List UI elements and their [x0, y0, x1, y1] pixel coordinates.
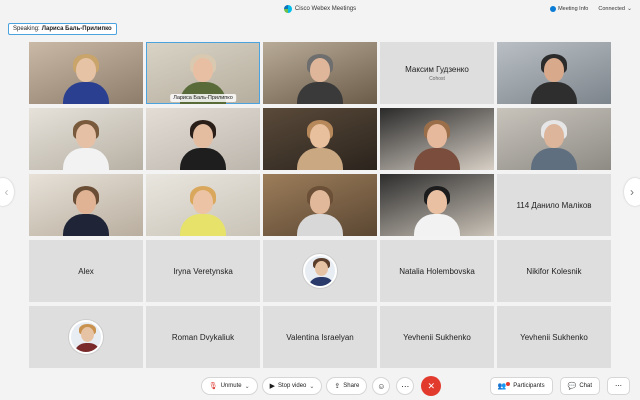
- participant-video: [529, 118, 579, 170]
- participant-video: [61, 52, 111, 104]
- top-right-controls: Meeting Info Connected ⌄: [546, 0, 632, 17]
- participant-tile[interactable]: Valentina Israelyan: [263, 306, 377, 368]
- end-meeting-button[interactable]: ✕: [421, 376, 442, 396]
- previous-page-button[interactable]: ‹: [0, 178, 14, 206]
- info-icon: [550, 5, 557, 12]
- close-icon: ✕: [427, 380, 436, 391]
- participant-name: Iryna Veretynska: [173, 266, 233, 276]
- participant-tile[interactable]: [29, 108, 143, 170]
- participant-tile[interactable]: [380, 108, 494, 170]
- participant-tile[interactable]: Roman Dvykaliuk: [146, 306, 260, 368]
- participants-button[interactable]: 👥 Participants: [489, 377, 553, 395]
- participant-tile[interactable]: 114 Данило Маліков: [497, 174, 611, 236]
- participant-tile[interactable]: [29, 174, 143, 236]
- mic-muted-icon: 🎙: [208, 383, 218, 390]
- chat-button[interactable]: 💬 Chat: [559, 377, 600, 395]
- participant-video: [178, 118, 228, 170]
- participant-grid: Лариса Баль-Прилипко Максим Гудзенко Coh…: [29, 42, 611, 368]
- chevron-down-icon[interactable]: ⌄: [245, 383, 250, 390]
- participant-name: Yevhenii Sukhenko: [520, 332, 588, 342]
- more-options-button[interactable]: ⋯: [396, 377, 415, 395]
- window-title: Cisco Webex Meetings: [283, 4, 357, 13]
- chat-label: Chat: [579, 383, 592, 389]
- participant-name: Nikifor Kolesnik: [526, 266, 582, 276]
- participant-video: [295, 184, 345, 236]
- chevron-left-icon: ‹: [4, 185, 9, 199]
- share-label: Share: [343, 383, 360, 389]
- participant-tile[interactable]: Yevhenii Sukhenko: [380, 306, 494, 368]
- participant-video: [412, 118, 462, 170]
- participant-name: Максим Гудзенко: [405, 64, 469, 74]
- participant-video: [61, 184, 111, 236]
- participant-tile[interactable]: Максим Гудзенко Cohost: [380, 42, 494, 104]
- cisco-webex-logo-icon: [283, 4, 292, 13]
- panel-controls: 👥 Participants 💬 Chat ⋯: [488, 377, 632, 395]
- stop-video-label: Stop video: [278, 383, 307, 389]
- active-speaker-badge: Speaking: Лариса Баль-Прилипко: [8, 23, 117, 35]
- people-icon: 👥: [497, 383, 507, 390]
- unmute-label: Unmute: [220, 383, 242, 389]
- participant-video: [412, 184, 462, 236]
- participant-tile[interactable]: [146, 174, 260, 236]
- participant-name: Alex: [78, 266, 94, 276]
- participant-tile[interactable]: [263, 108, 377, 170]
- meeting-controls-bar: 🎙 Unmute ⌄ ▶ Stop video ⌄ ⇪ Share ☺ ⋯ ✕ …: [0, 372, 640, 400]
- participant-video: [529, 52, 579, 104]
- participant-video: [295, 118, 345, 170]
- more-panels-button[interactable]: ⋯: [607, 377, 630, 395]
- participant-tile[interactable]: [263, 42, 377, 104]
- participant-tile[interactable]: [263, 174, 377, 236]
- webex-meeting-window: Cisco Webex Meetings Meeting Info Connec…: [0, 0, 640, 400]
- meeting-info-button[interactable]: Meeting Info: [546, 4, 592, 14]
- unmute-button[interactable]: 🎙 Unmute ⌄: [200, 377, 258, 395]
- emoji-icon: ☺: [377, 381, 386, 391]
- participant-tile[interactable]: [380, 174, 494, 236]
- stop-video-button[interactable]: ▶ Stop video ⌄: [261, 377, 323, 395]
- participant-name-tag: Лариса Баль-Прилипко: [170, 94, 236, 102]
- participant-name: Natalia Holembovska: [399, 266, 475, 276]
- participant-video: [295, 52, 345, 104]
- participant-video: [61, 118, 111, 170]
- participant-tile[interactable]: Alex: [29, 240, 143, 302]
- more-icon: ⋯: [401, 381, 410, 391]
- participant-avatar: [303, 254, 337, 288]
- share-button[interactable]: ⇪ Share: [326, 377, 368, 395]
- participant-video: [178, 184, 228, 236]
- top-bar: Cisco Webex Meetings Meeting Info Connec…: [0, 0, 640, 17]
- participant-tile[interactable]: [29, 306, 143, 368]
- connection-status-label: Connected: [598, 5, 625, 12]
- reactions-button[interactable]: ☺: [372, 377, 391, 395]
- connection-status[interactable]: Connected ⌄: [598, 5, 632, 13]
- more-icon: ⋯: [615, 383, 622, 390]
- speaking-name: Лариса Баль-Прилипко: [41, 26, 112, 32]
- share-icon: ⇪: [334, 383, 341, 390]
- participant-tile[interactable]: Nikifor Kolesnik: [497, 240, 611, 302]
- chat-icon: 💬: [567, 383, 577, 390]
- participant-name: Valentina Israelyan: [286, 332, 354, 342]
- next-page-button[interactable]: ›: [624, 178, 640, 206]
- participant-tile[interactable]: Iryna Veretynska: [146, 240, 260, 302]
- chevron-down-icon: ⌄: [626, 6, 632, 12]
- participant-name: 114 Данило Маліков: [516, 200, 592, 210]
- participant-tile[interactable]: [263, 240, 377, 302]
- video-icon: ▶: [269, 383, 276, 390]
- chevron-right-icon: ›: [630, 185, 634, 199]
- participant-tile[interactable]: [146, 108, 260, 170]
- participants-label: Participants: [513, 383, 545, 389]
- participant-tile[interactable]: Yevhenii Sukhenko: [497, 306, 611, 368]
- participant-tile[interactable]: [497, 42, 611, 104]
- meeting-info-label: Meeting Info: [558, 5, 589, 12]
- speaking-label: Speaking:: [13, 26, 40, 32]
- participant-tile[interactable]: Natalia Holembovska: [380, 240, 494, 302]
- participant-role: Cohost: [429, 75, 445, 82]
- participant-tile[interactable]: [497, 108, 611, 170]
- app-title: Cisco Webex Meetings: [294, 5, 357, 12]
- participant-tile[interactable]: [29, 42, 143, 104]
- participant-tile-active-speaker[interactable]: Лариса Баль-Прилипко: [146, 42, 260, 104]
- participant-avatar: [69, 320, 103, 354]
- chevron-down-icon[interactable]: ⌄: [309, 383, 314, 390]
- notification-dot: [506, 381, 511, 386]
- participant-name: Roman Dvykaliuk: [171, 332, 235, 342]
- participant-name: Yevhenii Sukhenko: [403, 332, 471, 342]
